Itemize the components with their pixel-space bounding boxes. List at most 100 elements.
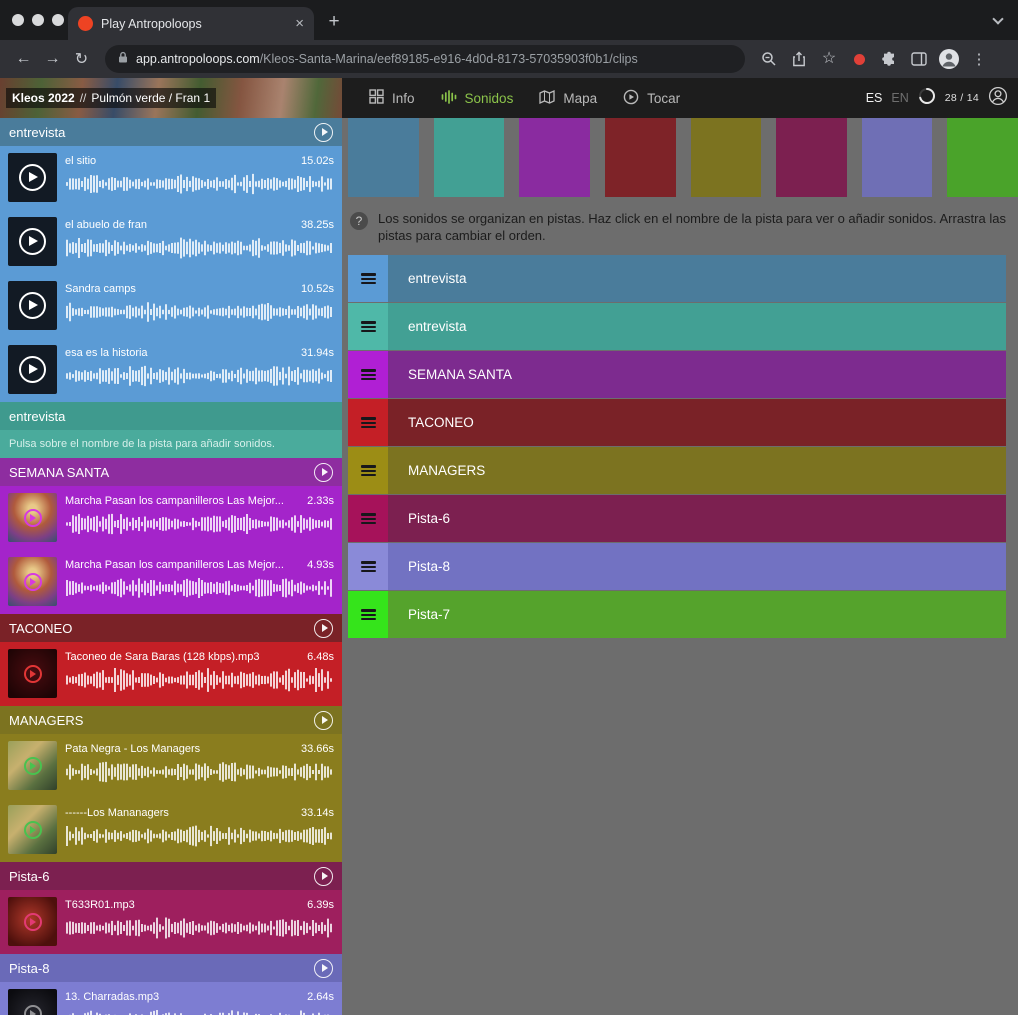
clip-thumbnail[interactable] [8,649,57,698]
clip-thumbnail[interactable] [8,897,57,946]
lang-es-button[interactable]: ES [866,91,883,105]
clip-thumbnail[interactable] [8,741,57,790]
track-play-icon[interactable] [314,123,333,142]
zoom-icon[interactable] [755,46,783,72]
url-host: app.antropoloops.com [136,52,260,66]
drag-handle-icon[interactable] [348,543,388,590]
drag-handle-icon[interactable] [348,303,388,350]
share-icon[interactable] [785,46,813,72]
track-swatch[interactable] [605,118,676,197]
breadcrumb-project[interactable]: Kleos 2022 [12,91,75,105]
breadcrumb[interactable]: Kleos 2022//Pulmón verde / Fran 1 [6,88,216,108]
clip[interactable]: 13. Charradas.mp32.64s [0,982,342,1015]
track-row[interactable]: TACONEO [348,399,1006,446]
track-name[interactable]: Pista-8 [9,961,49,976]
address-bar[interactable]: app.antropoloops.com/Kleos-Santa-Marina/… [105,45,745,73]
recording-extension-icon[interactable] [845,46,873,72]
track-header[interactable]: entrevista [0,402,342,430]
clip[interactable]: T633R01.mp36.39s [0,890,342,954]
window-controls[interactable] [12,14,64,26]
bookmark-star-icon[interactable]: ☆ [815,46,843,72]
track-swatch[interactable] [519,118,590,197]
new-tab-button[interactable]: + [320,8,348,36]
track-play-icon[interactable] [314,867,333,886]
clip-play-button[interactable] [8,281,57,330]
track-play-icon[interactable] [314,463,333,482]
track-swatch[interactable] [776,118,847,197]
tab-close-icon[interactable]: × [295,16,304,31]
track-swatch[interactable] [434,118,505,197]
side-panel-icon[interactable] [905,46,933,72]
track-name[interactable]: Pista-6 [9,869,49,884]
track-row[interactable]: entrevista [348,255,1006,302]
clip-play-button[interactable] [8,153,57,202]
clip-play-button[interactable] [8,345,57,394]
drag-handle-icon[interactable] [348,447,388,494]
clip[interactable]: Taconeo de Sara Baras (128 kbps).mp36.48… [0,642,342,706]
clip-thumbnail[interactable] [8,493,57,542]
drag-handle-icon[interactable] [348,591,388,638]
tab-info[interactable]: Info [356,78,428,118]
track-play-icon[interactable] [314,711,333,730]
clip[interactable]: Sandra camps10.52s [0,274,342,338]
clip-play-button[interactable] [8,217,57,266]
track-name[interactable]: entrevista [9,125,65,140]
account-icon[interactable] [988,86,1008,111]
drag-handle-icon[interactable] [348,399,388,446]
track-row[interactable]: entrevista [348,303,1006,350]
window-close-button[interactable] [12,14,24,26]
clip[interactable]: esa es la historia31.94s [0,338,342,402]
track-row[interactable]: SEMANA SANTA [348,351,1006,398]
lang-en-button[interactable]: EN [891,91,908,105]
forward-button[interactable]: → [39,46,66,73]
clip-thumbnail[interactable] [8,805,57,854]
clip[interactable]: el abuelo de fran38.25s [0,210,342,274]
profile-avatar[interactable] [935,46,963,72]
clip[interactable]: Marcha Pasan los campanilleros Las Mejor… [0,550,342,614]
track-name[interactable]: entrevista [9,409,65,424]
tab-search-chevron-icon[interactable] [992,13,1003,24]
tab-tocar[interactable]: Tocar [610,78,693,118]
clip-title: ------Los Mananagers [65,807,295,819]
clip[interactable]: Pata Negra - Los Managers33.66s [0,734,342,798]
browser-menu-kebab-icon[interactable]: ⋮ [965,46,993,72]
window-zoom-button[interactable] [52,14,64,26]
clip[interactable]: Marcha Pasan los campanilleros Las Mejor… [0,486,342,550]
track-header[interactable]: SEMANA SANTA [0,458,342,486]
track-play-icon[interactable] [314,959,333,978]
track-swatch[interactable] [691,118,762,197]
track-name[interactable]: MANAGERS [9,713,83,728]
back-button[interactable]: ← [10,46,37,73]
track-row[interactable]: Pista-6 [348,495,1006,542]
clip-thumbnail[interactable] [8,557,57,606]
breadcrumb-audioset[interactable]: Pulmón verde / Fran 1 [91,91,210,105]
track-header[interactable]: entrevista [0,118,342,146]
track-swatch[interactable] [862,118,933,197]
track-swatch[interactable] [947,118,1018,197]
window-minimize-button[interactable] [32,14,44,26]
track-row[interactable]: Pista-7 [348,591,1006,638]
clip[interactable]: ------Los Mananagers33.14s [0,798,342,862]
track-row[interactable]: MANAGERS [348,447,1006,494]
track-header[interactable]: TACONEO [0,614,342,642]
drag-handle-icon[interactable] [348,495,388,542]
browser-tab[interactable]: Play Antropoloops × [68,7,314,40]
clip-title: 13. Charradas.mp3 [65,991,301,1003]
track-play-icon[interactable] [314,619,333,638]
drag-handle-icon[interactable] [348,255,388,302]
reload-button[interactable]: ↻ [68,46,95,73]
tab-mapa[interactable]: Mapa [526,78,610,118]
track-header[interactable]: Pista-8 [0,954,342,982]
clip[interactable]: el sitio15.02s [0,146,342,210]
extensions-puzzle-icon[interactable] [875,46,903,72]
track-header[interactable]: MANAGERS [0,706,342,734]
track-row[interactable]: Pista-8 [348,543,1006,590]
track-header[interactable]: Pista-6 [0,862,342,890]
drag-handle-icon[interactable] [348,351,388,398]
track-swatch[interactable] [348,118,419,197]
lock-icon[interactable] [117,51,129,67]
clip-thumbnail[interactable] [8,989,57,1015]
tab-sonidos[interactable]: Sonidos [428,78,527,118]
track-name[interactable]: SEMANA SANTA [9,465,109,480]
track-name[interactable]: TACONEO [9,621,72,636]
